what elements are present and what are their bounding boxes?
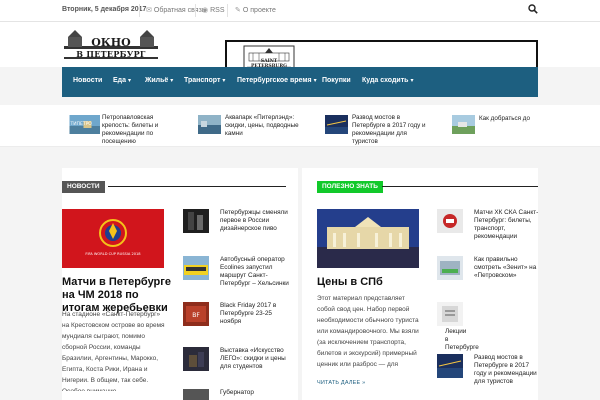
news-thumbnail [183,389,209,400]
nav-label: Транспорт [184,77,221,84]
nav-item-where-to-go[interactable]: Куда сходить ▾ [362,77,413,84]
nav-item-housing[interactable]: Жильё ▾ [145,77,173,84]
ticker-title: Развод мостов в Петербурге в 2017 году и… [352,114,426,145]
chevron-down-icon: ▾ [410,78,414,84]
ticker-thumbnail [325,115,348,134]
news-item-title: Black Friday 2017 в Петербурге 23-25 ноя… [220,302,277,325]
current-date: Вторник, 5 декабря 2017 [62,6,147,13]
nav-label: Петербургское время [237,77,312,84]
divider [382,186,538,187]
chevron-down-icon: ▾ [128,78,132,84]
useful-thumbnail [437,302,463,326]
ticker-thumbnail [198,115,221,134]
top-bar: Вторник, 5 декабря 2017 ✉ Обратная связь … [0,0,600,22]
useful-tag[interactable]: ПОЛЕЗНО ЗНАТЬ [317,181,383,193]
nav-item-shopping[interactable]: Покупки [322,77,351,84]
nav-label: Куда сходить [362,77,409,84]
useful-thumbnail [437,256,463,280]
useful-featured-title[interactable]: Цены в СПб [317,276,427,289]
search-icon[interactable] [528,4,538,14]
news-featured-image[interactable]: FIFA WORLD CUP RUSSIA 2018 [62,209,164,268]
news-thumbnail [183,347,209,371]
site-header: ОКНО В ПЕТЕРБУРГ SAINT PETERSBURG [0,22,600,78]
news-thumbnail [183,209,209,233]
nav-item-spb-time[interactable]: Петербургское время ▾ [237,77,317,84]
divider [139,4,140,17]
nav-item-food[interactable]: Еда ▾ [113,77,131,84]
about-label: О проекте [242,7,276,14]
useful-item-title: Лекции в Петербурге [445,328,479,351]
useful-item-title: Как правильно смотреть «Зенит» на «Петро… [474,256,537,279]
chevron-down-icon: ▾ [313,78,317,84]
useful-item-title: Матчи ХК СКА Санкт-Петербург: билеты, тр… [474,209,539,240]
edit-icon: ✎ [235,7,241,14]
news-featured-excerpt: На стадионе «Санкт-Петербург» на Крестов… [62,311,165,391]
nav-label: Жильё [145,77,169,84]
ticker-thumbnail: ТИПЕТРО [69,115,100,134]
logo-line-1: ОКНО [91,36,131,49]
nav-label: Покупки [322,77,351,84]
rss-link[interactable]: ◉ RSS [202,6,225,14]
news-thumbnail: BF [183,302,209,326]
divider [108,186,286,187]
useful-thumbnail [437,354,463,378]
svg-text:ТИПЕТРО: ТИПЕТРО [70,121,93,127]
ticker-title: Аквапарк «Питерлэнд»: скидки, цены, подв… [225,114,299,137]
ticker-thumbnail [452,115,475,134]
useful-item-title: Развод мостов в Петербурге в 2017 году и… [474,354,537,385]
about-link[interactable]: ✎ О проекте [235,6,276,14]
rss-icon: ◉ [202,7,209,14]
rss-label: RSS [210,7,225,14]
main-nav: Новости Еда ▾ Жильё ▾ Транспорт ▾ Петербург… [62,67,538,97]
ticker-title: Петропавловская крепость: билеты и реком… [102,114,159,145]
svg-text:BF: BF [192,312,200,319]
divider [195,4,196,17]
site-logo[interactable]: ОКНО В ПЕТЕРБУРГ [62,26,160,62]
news-item-title: Петербуржцы сменяли первое в России диза… [220,209,288,232]
logo-line-2: В ПЕТЕРБУРГ [76,49,146,59]
news-item-title: Выставка «Искусство ЛЕГО»: скидки и цены… [220,347,286,370]
featured-ticker: ТИПЕТРО Петропавловская крепость: билеты… [0,105,600,147]
chevron-down-icon: ▾ [170,78,174,84]
news-thumbnail [183,256,209,280]
ticker-title: Как добраться до [479,115,530,122]
world-cup-poster: FIFA WORLD CUP RUSSIA 2018 [62,209,164,268]
nav-label: Еда [113,77,127,84]
read-more-link[interactable]: ЧИТАТЬ ДАЛЕЕ » [317,380,365,386]
nav-item-news[interactable]: Новости [73,77,102,84]
news-tag[interactable]: НОВОСТИ [62,181,105,193]
feedback-link[interactable]: ✉ Обратная связь [146,6,205,14]
useful-featured-image[interactable] [317,209,419,268]
nav-label: Новости [73,77,103,84]
poster-subtitle: FIFA WORLD CUP RUSSIA 2018 [85,252,141,256]
useful-featured-excerpt: Этот материал представляет собой свод це… [317,295,419,368]
news-item-title: Автобусный оператор Ecolines запустил ма… [220,256,289,287]
useful-thumbnail [437,209,463,233]
news-item-title: Губернатор [220,389,254,396]
mail-icon: ✉ [146,7,152,14]
chevron-down-icon: ▾ [222,78,226,84]
divider [227,4,228,17]
feedback-label: Обратная связь [153,7,206,14]
palace-photo [317,209,419,268]
nav-item-transport[interactable]: Транспорт ▾ [184,77,225,84]
